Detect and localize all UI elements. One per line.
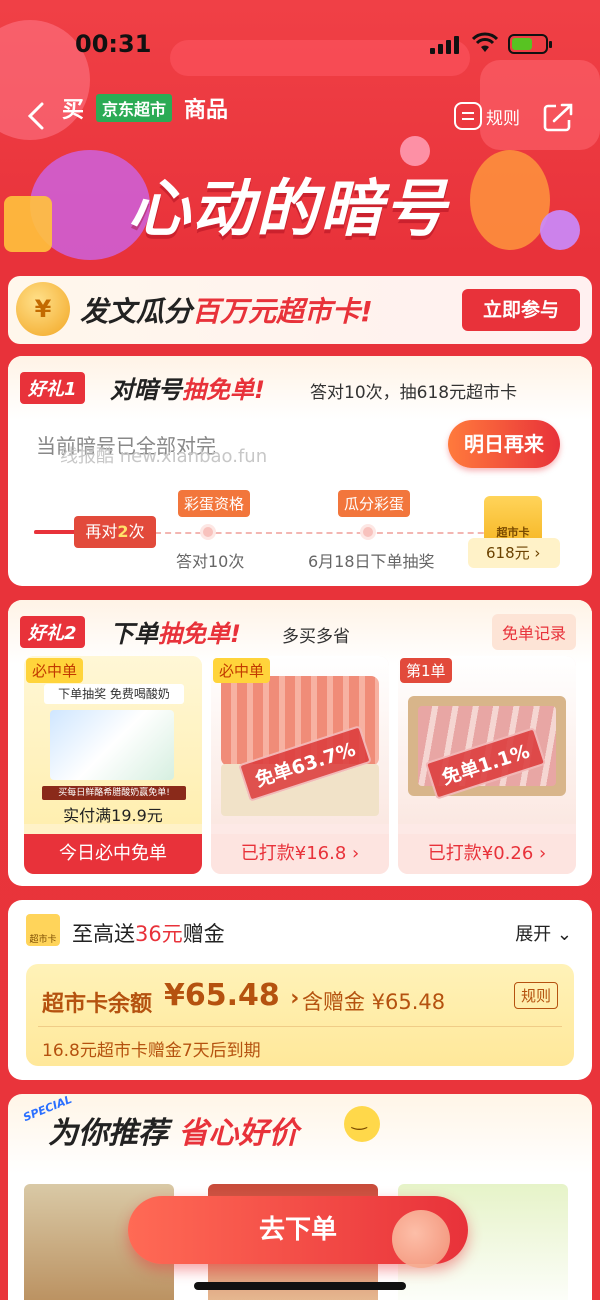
chevron-down-icon: ⌄ [551,924,572,945]
product-card-1[interactable]: 下单抽奖 免费喝酸奶 买每日鲜酪希腊酸奶赢免单! 实付满19.9元 必中单 今日… [24,656,202,874]
recommend-title: 为你推荐 省心好价 [48,1116,299,1151]
wifi-icon [472,32,498,52]
free-order-records-button[interactable]: 免单记录 [491,614,576,650]
balance-label: 超市卡余额 [42,992,153,1017]
product-1-footer[interactable]: 今日必中免单 [24,834,202,874]
nav-bar: 买 京东超市 商品 规则 [0,88,600,148]
product-3-footer[interactable]: 已打款¥0.26 › [398,834,576,874]
milestone-tag-2: 瓜分彩蛋 [338,490,411,517]
supermarket-card-icon: 超市卡 [26,914,60,946]
prize-amount-link[interactable]: 618元 › [468,538,560,568]
expiry-notice: 16.8元超市卡赠金7天后到期 [42,1041,261,1061]
milestone-label-1: 答对10次 [176,552,245,571]
status-time: 00:31 [75,30,152,58]
balance-box: 超市卡余额 ¥65.48 › 含赠金 ¥65.48 规则 16.8元超市卡赠金7… [26,964,574,1066]
product-2-footer[interactable]: 已打款¥16.8 › [211,834,389,874]
flame-decoration [470,150,550,250]
product-card-2[interactable]: 免单63.7% 必中单 已打款¥16.8 › [211,656,389,874]
divider [38,1026,562,1027]
smile-icon [344,1106,380,1142]
watermark: 线报酷 new.xianbao.fun [60,446,268,467]
gift2-card: 好礼2 下单抽免单! 多买多省 免单记录 下单抽奖 免费喝酸奶 买每日鲜酪希腊酸… [8,600,592,886]
rules-button[interactable]: 规则 [454,102,520,130]
balance-value[interactable]: ¥65.48 › [164,978,299,1013]
product-1-price: 实付满19.9元 [63,806,163,825]
status-bar: 00:31 [0,30,600,60]
milestone-label-2: 6月18日下单抽奖 [308,552,435,571]
product-3-tag: 第1单 [400,658,452,683]
milestone-tag-1: 彩蛋资格 [178,490,251,517]
product-card-3[interactable]: 免单1.1% 第1单 已打款¥0.26 › [398,656,576,874]
product-2-tag: 必中单 [213,658,271,683]
back-icon[interactable] [26,102,46,130]
supermarket-card-prize-icon: 超市卡 [484,496,542,544]
progress-remaining-pill: 再对2次 [74,516,156,548]
milestone-node-1 [200,524,216,540]
come-back-tomorrow-button[interactable]: 明日再来 [448,420,560,468]
activity-banner[interactable]: ¥ 发文瓜分百万元超市卡! 立即参与 [8,276,592,344]
home-indicator [194,1282,406,1290]
cellular-signal-icon [430,36,459,54]
gift-amount: 含赠金 ¥65.48 [302,990,446,1014]
nav-goods-text: 商品 [184,98,229,123]
gift2-title: 下单抽免单! [110,620,241,648]
star-decoration [540,210,580,250]
gift1-tag: 好礼1 [20,372,85,404]
banner-title: 发文瓜分百万元超市卡! [80,295,373,328]
coin-icon: ¥ [16,282,70,336]
pointing-hand-icon [392,1210,450,1268]
hero-title: 心动的暗号 [128,172,449,245]
rules-icon [454,102,482,130]
milestone-node-2 [360,524,376,540]
expand-button[interactable]: 展开 ⌄ [515,920,572,946]
gift1-card: 好礼1 对暗号抽免单! 答对10次，抽618元超市卡 当前暗号已全部对完 线报酷… [8,356,592,586]
gift2-subtitle: 多买多省 [282,627,350,647]
nav-buy-text: 买 [62,98,85,123]
product-1-tag: 必中单 [26,658,84,683]
rules-label: 规则 [486,108,520,129]
join-now-button[interactable]: 立即参与 [462,289,580,331]
share-icon[interactable] [542,102,574,132]
battery-icon [508,34,552,54]
page: 心动的暗号 00:31 买 京东超市 商品 规则 ¥ 发文瓜分百万元超市卡! 立… [0,0,600,1300]
gift1-title: 对暗号抽免单! [110,376,265,404]
supermarket-card-title: 至高送36元赠金 [72,922,225,946]
balance-rules-button[interactable]: 规则 [514,982,559,1009]
gift2-tag: 好礼2 [20,616,85,648]
supermarket-card-section: 超市卡 至高送36元赠金 展开 ⌄ 超市卡余额 ¥65.48 › 含赠金 ¥65… [8,900,592,1080]
bag-decoration [4,196,52,252]
gift1-subtitle: 答对10次，抽618元超市卡 [310,383,518,403]
jd-supermarket-badge: 京东超市 [96,94,173,122]
